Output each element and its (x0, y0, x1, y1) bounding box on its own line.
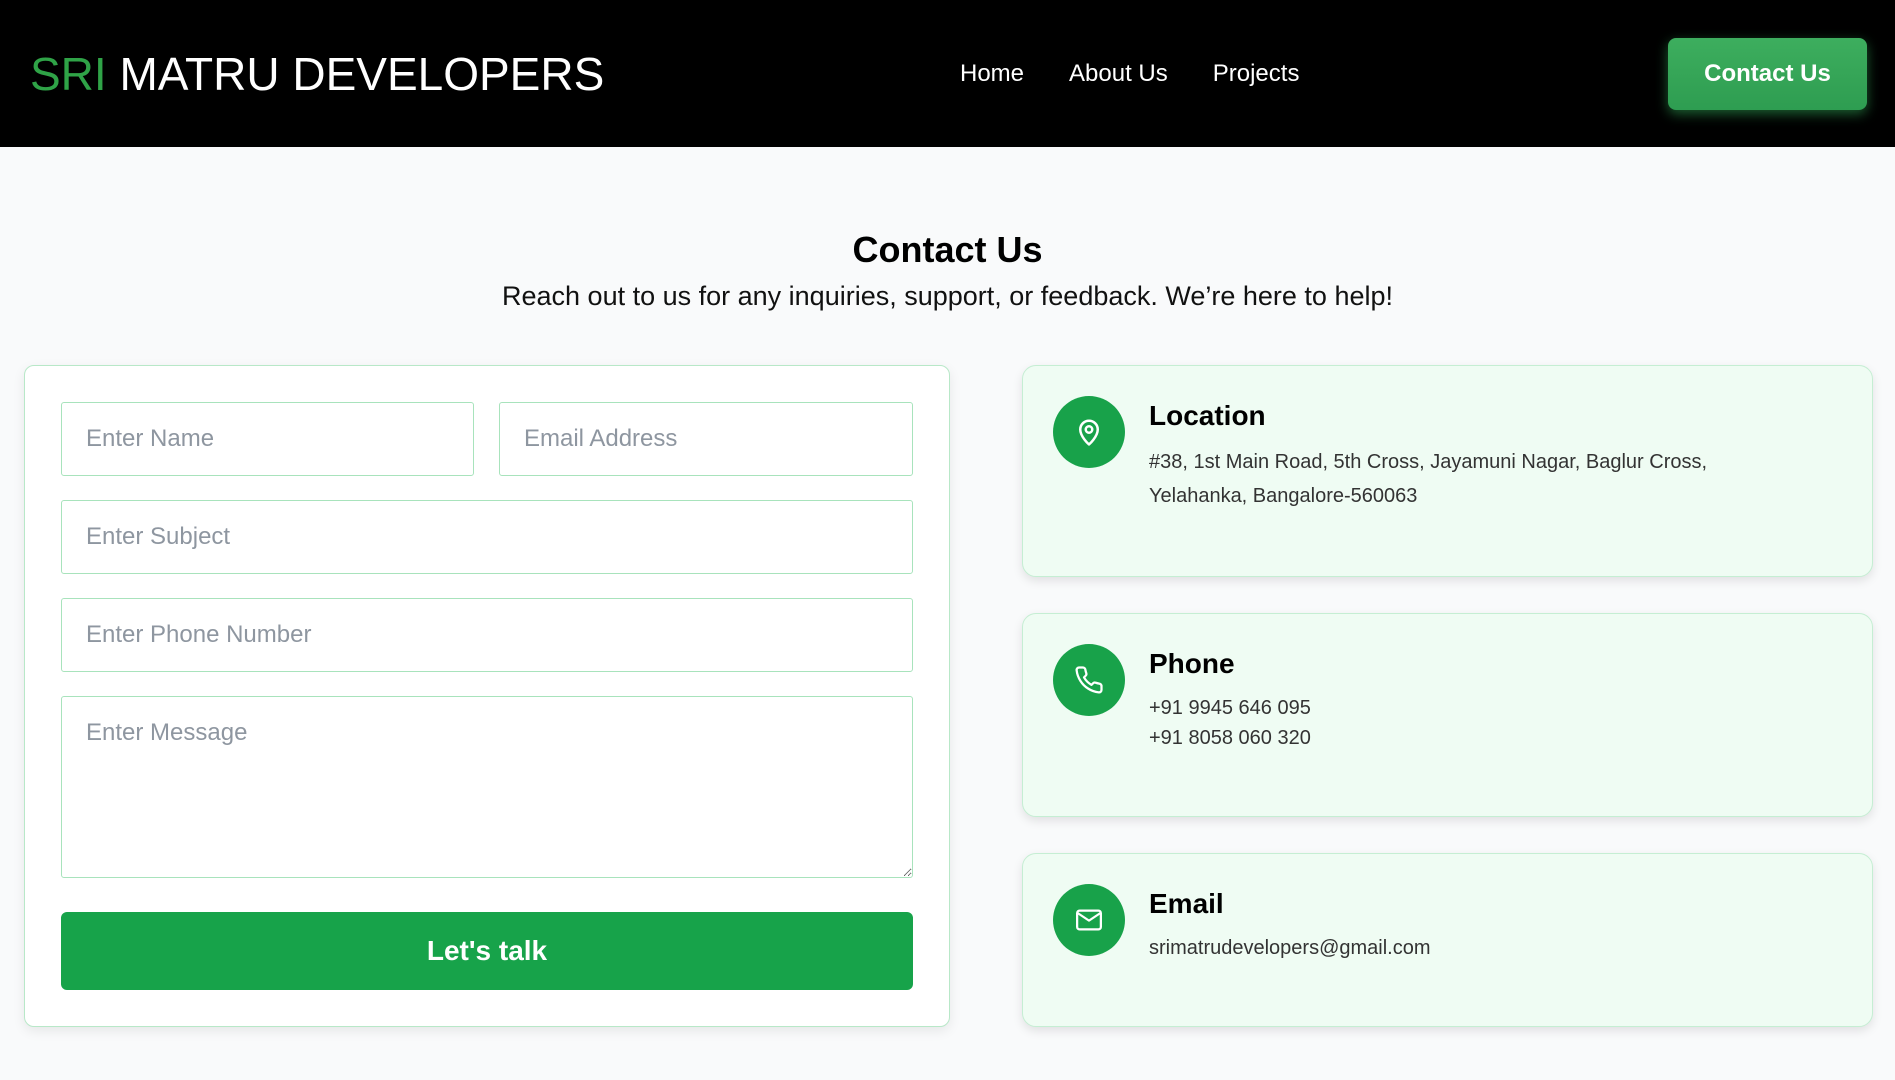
main-nav: Home About Us Projects (960, 58, 1299, 90)
contact-us-button[interactable]: Contact Us (1668, 38, 1867, 110)
phone-input[interactable] (61, 598, 913, 672)
email-card: Email srimatrudevelopers@gmail.com (1022, 853, 1873, 1027)
location-line-2: Yelahanka, Bangalore-560063 (1149, 485, 1418, 507)
phone-title: Phone (1149, 648, 1235, 679)
location-card: Location #38, 1st Main Road, 5th Cross, … (1022, 365, 1873, 577)
map-pin-icon (1053, 396, 1125, 468)
mail-icon (1053, 884, 1125, 956)
location-line-1: #38, 1st Main Road, 5th Cross, Jayamuni … (1149, 451, 1708, 473)
email-title: Email (1149, 888, 1224, 919)
nav-about-us[interactable]: About Us (1069, 58, 1168, 90)
subject-input[interactable] (61, 500, 913, 574)
message-textarea[interactable] (61, 696, 913, 878)
name-input[interactable] (61, 402, 474, 476)
location-title: Location (1149, 400, 1266, 431)
site-header: SRI MATRU DEVELOPERS Home About Us Proje… (0, 0, 1895, 147)
nav-projects[interactable]: Projects (1213, 58, 1300, 90)
email-input[interactable] (499, 402, 913, 476)
phone-icon (1053, 644, 1125, 716)
logo-text: MATRU DEVELOPERS (119, 48, 605, 100)
phone-number-1[interactable]: +91 9945 646 095 (1149, 693, 1311, 723)
logo-accent: SRI (30, 48, 107, 100)
phone-number-2[interactable]: +91 8058 060 320 (1149, 723, 1311, 753)
lets-talk-button[interactable]: Let's talk (61, 912, 913, 990)
email-address[interactable]: srimatrudevelopers@gmail.com (1149, 933, 1431, 963)
contact-form: Let's talk (24, 365, 950, 1027)
phone-card: Phone +91 9945 646 095 +91 8058 060 320 (1022, 613, 1873, 817)
page-title: Contact Us (852, 229, 1043, 270)
nav-home[interactable]: Home (960, 58, 1024, 90)
logo[interactable]: SRI MATRU DEVELOPERS (30, 48, 604, 100)
page-subtitle: Reach out to us for any inquiries, suppo… (502, 281, 1393, 311)
